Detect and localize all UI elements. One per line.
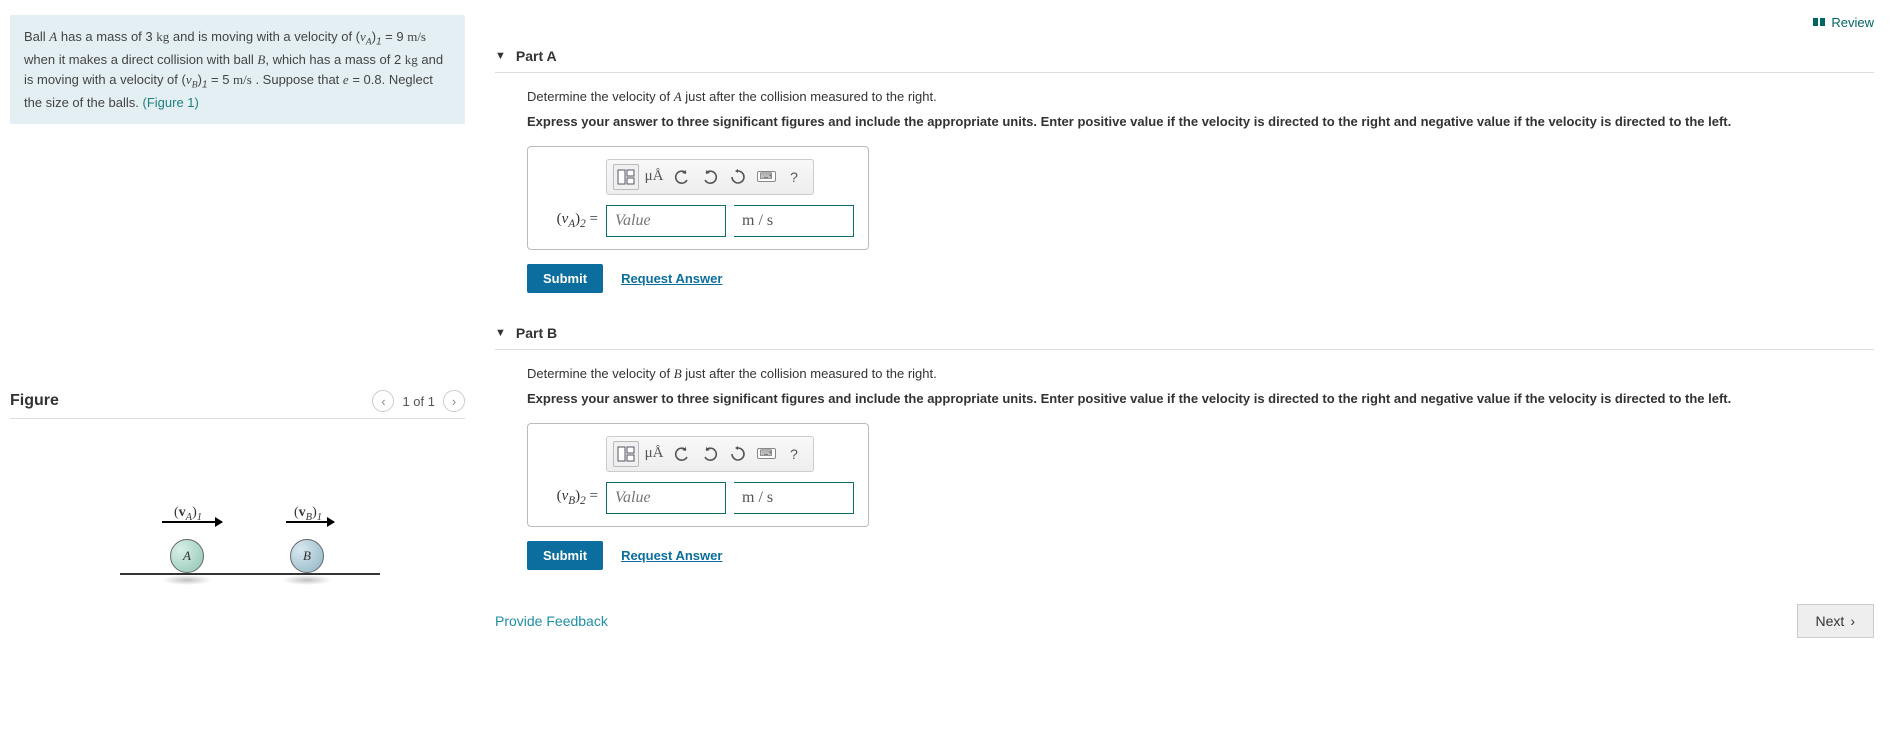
template-icon — [617, 445, 635, 463]
figure-title: Figure — [10, 392, 59, 410]
redo-button[interactable] — [697, 441, 723, 467]
keyboard-icon: ⌨ — [757, 171, 776, 182]
help-button[interactable]: ? — [781, 164, 807, 190]
provide-feedback-link[interactable]: Provide Feedback — [495, 613, 608, 629]
caret-down-icon: ▼ — [495, 50, 506, 62]
part-b-value-input[interactable] — [606, 482, 726, 514]
part-b-answer-box: μÅ ⌨ ? (vB)2 = — [527, 423, 869, 527]
review-link[interactable]: Review — [1813, 15, 1874, 30]
part-b-var-label: (vB)2 = — [542, 488, 598, 507]
part-b-header[interactable]: ▼ Part B — [495, 317, 1874, 350]
part-a-var-label: (vA)2 = — [542, 211, 598, 230]
undo-icon — [674, 446, 690, 462]
part-b-question: Determine the velocity of B just after t… — [527, 364, 1874, 384]
problem-statement: Ball A has a mass of 3 kg and is moving … — [10, 15, 465, 124]
part-b-instruction: Express your answer to three significant… — [527, 389, 1874, 409]
keyboard-icon: ⌨ — [757, 448, 776, 459]
keyboard-button[interactable]: ⌨ — [753, 441, 779, 467]
ball-a-icon: A — [170, 539, 204, 573]
keyboard-button[interactable]: ⌨ — [753, 164, 779, 190]
units-symbol-button[interactable]: μÅ — [641, 164, 667, 190]
part-a-instruction: Express your answer to three significant… — [527, 112, 1874, 132]
problem-text: Ball A has a mass of 3 kg and is moving … — [24, 29, 443, 110]
part-b-submit-button[interactable]: Submit — [527, 541, 603, 570]
part-b-title: Part B — [516, 325, 557, 341]
ball-b-shadow — [282, 575, 332, 585]
velocity-a-arrow-icon — [162, 521, 222, 523]
figure-next-button[interactable]: › — [443, 390, 465, 412]
undo-button[interactable] — [669, 441, 695, 467]
reset-button[interactable] — [725, 164, 751, 190]
ball-a-shadow — [162, 575, 212, 585]
reset-icon — [730, 446, 746, 462]
template-icon — [617, 168, 635, 186]
part-b-request-answer-link[interactable]: Request Answer — [621, 548, 722, 563]
redo-button[interactable] — [697, 164, 723, 190]
template-button[interactable] — [613, 441, 639, 467]
undo-button[interactable] — [669, 164, 695, 190]
ball-b-icon: B — [290, 539, 324, 573]
ground-line — [120, 573, 380, 575]
part-a-answer-box: μÅ ⌨ ? (vA)2 = — [527, 146, 869, 250]
reset-button[interactable] — [725, 441, 751, 467]
velocity-b-arrow-icon — [286, 521, 334, 523]
caret-down-icon: ▼ — [495, 327, 506, 339]
part-a-value-input[interactable] — [606, 205, 726, 237]
part-a-units-input[interactable]: m / s — [734, 205, 854, 237]
template-button[interactable] — [613, 164, 639, 190]
units-symbol-button[interactable]: μÅ — [641, 441, 667, 467]
part-a-header[interactable]: ▼ Part A — [495, 40, 1874, 73]
part-a-submit-button[interactable]: Submit — [527, 264, 603, 293]
undo-icon — [674, 169, 690, 185]
part-a-question: Determine the velocity of A just after t… — [527, 87, 1874, 107]
next-button[interactable]: Next › — [1797, 604, 1874, 638]
part-a-request-answer-link[interactable]: Request Answer — [621, 271, 722, 286]
figure-prev-button[interactable]: ‹ — [372, 390, 394, 412]
figure-page-indicator: 1 of 1 — [402, 394, 435, 409]
part-a-title: Part A — [516, 48, 557, 64]
redo-icon — [702, 169, 718, 185]
help-button[interactable]: ? — [781, 441, 807, 467]
review-icon — [1813, 18, 1825, 26]
redo-icon — [702, 446, 718, 462]
figure-link[interactable]: (Figure 1) — [143, 95, 199, 110]
reset-icon — [730, 169, 746, 185]
part-b-toolbar: μÅ ⌨ ? — [606, 436, 814, 472]
chevron-right-icon: › — [1850, 613, 1855, 629]
figure-canvas: (vA)1 (vB)1 A B — [10, 459, 465, 609]
part-a-toolbar: μÅ ⌨ ? — [606, 159, 814, 195]
part-b-units-input[interactable]: m / s — [734, 482, 854, 514]
figure-nav: ‹ 1 of 1 › — [372, 390, 465, 412]
